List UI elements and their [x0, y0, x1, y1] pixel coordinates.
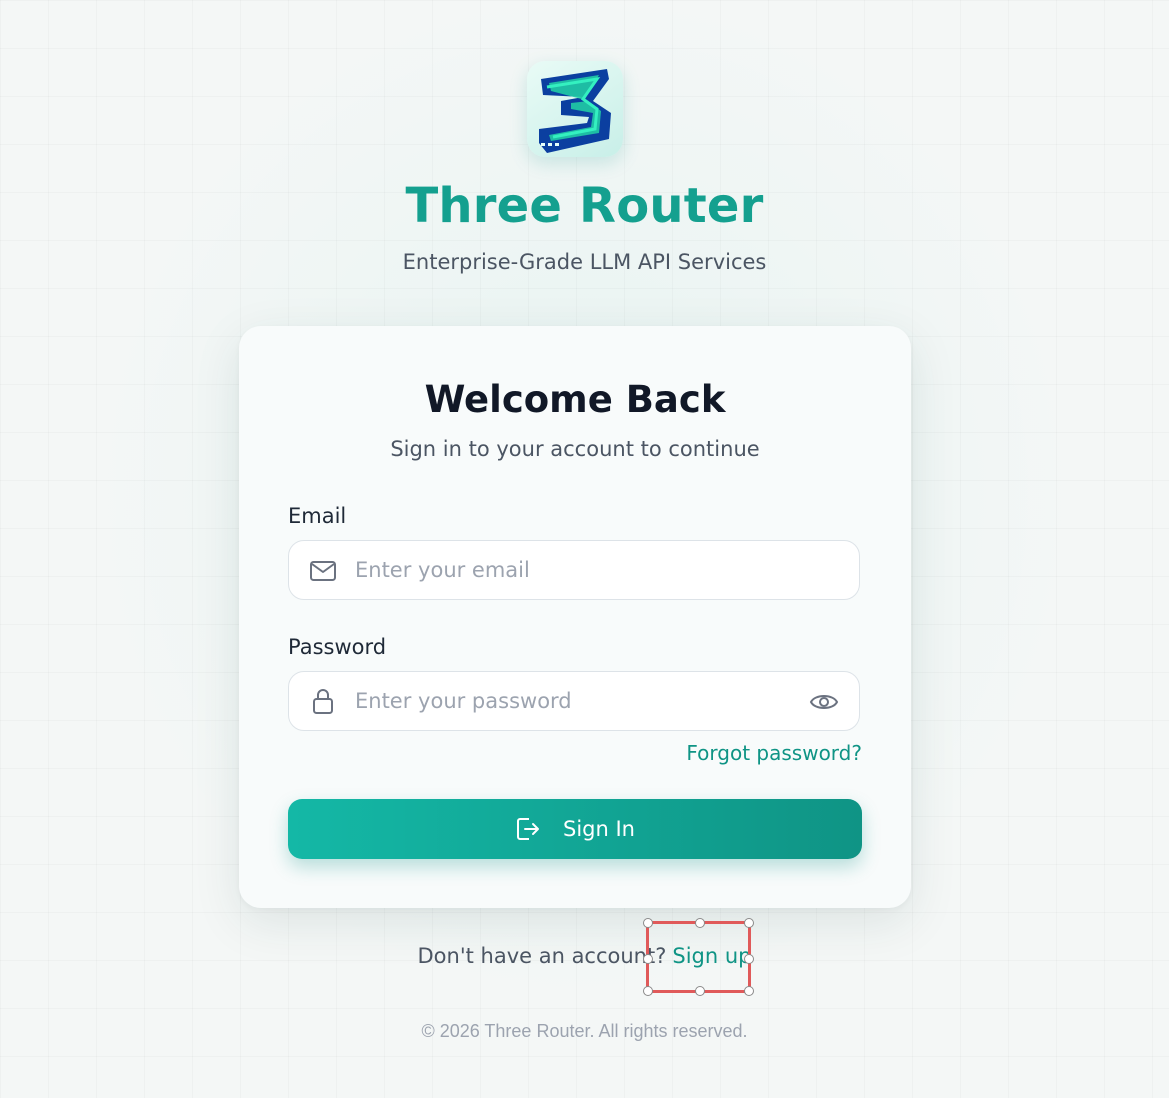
resize-handle[interactable] — [695, 918, 705, 928]
email-input[interactable] — [355, 541, 795, 599]
password-field-container[interactable] — [288, 671, 860, 731]
sign-up-link[interactable]: Sign up — [672, 944, 751, 968]
eye-icon[interactable] — [809, 690, 839, 714]
forgot-password-link[interactable]: Forgot password? — [686, 741, 862, 765]
signup-row: Don't have an account? Sign up — [0, 944, 1169, 968]
app-subtitle: Enterprise-Grade LLM API Services — [402, 250, 767, 274]
login-card: Welcome Back Sign in to your account to … — [239, 326, 911, 908]
resize-handle[interactable] — [695, 986, 705, 996]
resize-handle[interactable] — [643, 918, 653, 928]
sign-in-icon — [515, 816, 541, 842]
password-input[interactable] — [355, 672, 795, 730]
card-title: Welcome Back — [424, 378, 726, 421]
password-label: Password — [288, 635, 387, 659]
card-subtitle: Sign in to your account to continue — [390, 437, 760, 461]
brand-logo-icon — [527, 61, 623, 157]
email-field-container[interactable] — [288, 540, 860, 600]
footer-copyright: © 2026 Three Router. All rights reserved… — [421, 1021, 748, 1041]
sign-in-label: Sign In — [563, 817, 635, 841]
app-title: Three Router — [405, 178, 764, 234]
mail-icon — [309, 558, 337, 584]
lock-icon — [309, 689, 337, 715]
signup-prompt: Don't have an account? — [417, 944, 667, 968]
sign-in-button[interactable]: Sign In — [288, 799, 862, 859]
resize-handle[interactable] — [744, 918, 754, 928]
resize-handle[interactable] — [643, 986, 653, 996]
email-label: Email — [288, 504, 347, 528]
resize-handle[interactable] — [744, 986, 754, 996]
